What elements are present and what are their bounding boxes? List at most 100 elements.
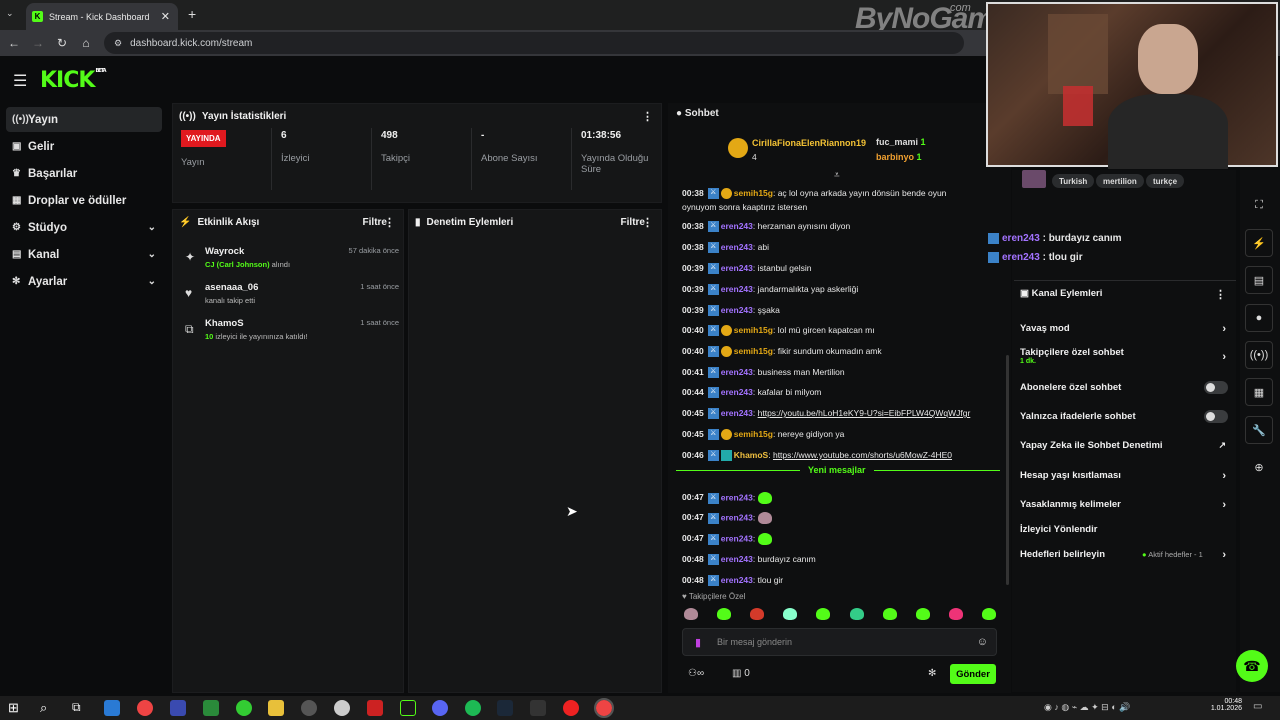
emote-icon[interactable] [750,608,765,620]
emote-icon[interactable] [816,608,831,620]
message-user[interactable]: eren243 [721,242,753,252]
discord-icon[interactable] [432,700,448,716]
emote-icon[interactable] [948,608,963,620]
emote-icon[interactable] [981,608,996,620]
bolt-icon[interactable]: ⚡ [1245,229,1273,257]
chrome-active-icon[interactable] [594,698,614,718]
subscribers-only-toggle[interactable] [1204,381,1228,394]
action-slow-mode[interactable]: Yavaş mod › [1020,323,1232,335]
tag-chip[interactable]: turkçe [1146,174,1185,188]
wrench-icon[interactable]: 🔧 [1245,416,1273,444]
system-tray-icons[interactable]: ◉ ♪ ◍ ⌁ ☁ ✦ ⊟ ◐ 🔊 [1044,702,1130,713]
action-followers-only[interactable]: Takipçilere özel sohbet 1 dk. › [1020,347,1232,365]
message-user[interactable]: eren243 [721,305,753,315]
more-options-icon[interactable]: ⋮ [642,216,653,229]
action-account-age[interactable]: Hesap yaşı kısıtlaması › [1020,470,1232,482]
message-user[interactable]: eren243 [721,263,753,273]
message-user[interactable]: eren243 [721,575,753,585]
sidebar-item-achievements[interactable]: ♛ Başarılar [6,161,162,186]
opera-icon[interactable] [563,700,579,716]
action-banned-words[interactable]: Yasaklanmış kelimeler › [1020,499,1232,511]
message-user[interactable]: eren243 [721,408,753,418]
message-link[interactable]: https://www.youtube.com/shorts/u6MowZ-4H… [773,450,952,460]
action-goals[interactable]: Hedefleri belirleyin ● Aktif hedefler - 1… [1020,549,1232,561]
steam-icon[interactable] [497,700,513,716]
home-icon[interactable]: ⌂ [74,36,98,50]
sidebar-item-stream[interactable]: ((•)) Yayın [6,107,162,132]
app-icon[interactable] [203,700,219,716]
emote-icon[interactable] [915,608,930,620]
clipboard-icon[interactable]: ▤ [1245,266,1273,294]
message-user[interactable]: eren243 [721,367,753,377]
microphone-icon[interactable]: ▮ [695,636,701,649]
start-icon[interactable]: ⊞ [8,700,19,716]
broadcast-icon[interactable]: ((•)) [1245,341,1273,369]
search-icon[interactable]: ⌕ [40,700,47,716]
store-icon[interactable] [104,700,120,716]
more-options-icon[interactable]: ⋮ [384,216,395,229]
url-field[interactable]: ⚙ dashboard.kick.com/stream [104,32,964,54]
chat-scrollbar[interactable] [1006,355,1009,585]
close-tab-icon[interactable]: ✕ [161,10,170,23]
app-icon[interactable] [236,700,252,716]
kick-app-icon[interactable] [400,700,416,716]
sidebar-item-settings[interactable]: ✻ Ayarlar ⌄ [6,269,162,294]
message-user[interactable]: eren243 [721,512,753,522]
sidebar-item-channel[interactable]: ▤ Kanal ⌄ [6,242,162,267]
top-gifter-3[interactable]: barbinyo 1 [876,152,922,162]
tag-chip[interactable]: mertilion [1096,174,1144,188]
emote-icon[interactable] [882,608,897,620]
tag-chip[interactable]: Turkish [1052,174,1095,188]
menu-icon[interactable]: ☰ [13,71,27,91]
netflix-icon[interactable] [367,700,383,716]
points-counter[interactable]: ▥ 0 [732,668,750,679]
top-gifter-name[interactable]: CirillaFionaElenRiannon19 [752,138,866,148]
emote-icon[interactable] [717,608,732,620]
message-user[interactable]: eren243 [721,387,753,397]
message-user[interactable]: semih15g [734,325,773,335]
tab-list-icon[interactable]: ⌄ [6,8,14,19]
kick-logo[interactable]: KICKBETA [40,68,107,93]
forward-icon[interactable]: → [26,36,50,50]
chat-input[interactable]: ▮ Bir mesaj gönderin ☺ [682,628,997,656]
app-icon[interactable] [170,700,186,716]
more-options-icon[interactable]: ⋮ [1215,288,1226,301]
chat-settings-icon[interactable]: ✻ [928,668,936,679]
new-tab-icon[interactable]: + [188,6,196,22]
message-user[interactable]: eren243 [721,533,753,543]
support-icon[interactable]: ☎ [1236,650,1268,682]
spotify-icon[interactable] [465,700,481,716]
top-gifter-2[interactable]: fuc_mami 1 [876,137,926,147]
message-user[interactable]: eren243 [721,284,753,294]
obs-icon[interactable] [301,700,317,716]
more-options-icon[interactable]: ⋮ [642,110,653,123]
clock[interactable]: 00:48 1.01.2026 [1206,698,1242,712]
message-user[interactable]: semih15g [734,188,773,198]
file-explorer-icon[interactable] [268,700,284,716]
browser-tab[interactable]: K Stream - Kick Dashboard ✕ [26,3,178,30]
sidebar-item-revenue[interactable]: ▣ Gelir [6,134,162,159]
pinned-indicator-icon[interactable]: ⩡ [834,170,840,181]
fullscreen-icon[interactable]: ⛶ [1245,191,1273,219]
message-user[interactable]: eren243 [721,492,753,502]
message-user[interactable]: KhamoS [734,450,768,460]
epic-games-icon[interactable] [530,700,546,716]
sidebar-item-studio[interactable]: ⚙ Stüdyo ⌄ [6,215,162,240]
message-user[interactable]: eren243 [721,554,753,564]
site-info-icon[interactable]: ⚙ [114,38,122,49]
emote-icon[interactable] [849,608,864,620]
reload-icon[interactable]: ↻ [50,36,74,50]
emote-icon[interactable] [684,608,698,620]
emote-icon[interactable] [783,608,798,620]
notifications-icon[interactable]: ▭ [1253,701,1262,712]
chat-bubble-icon[interactable]: ● [1245,304,1273,332]
action-ai-moderation[interactable]: Yapay Zeka ile Sohbet Denetimi ↗ [1020,440,1232,451]
send-button[interactable]: Gönder [950,664,996,684]
channel-points-icon[interactable]: ⚇∞ [688,668,704,679]
message-user[interactable]: semih15g [734,346,773,356]
chrome-icon[interactable] [137,700,153,716]
message-user[interactable]: eren243 [721,221,753,231]
grid-icon[interactable]: ▦ [1245,378,1273,406]
message-link[interactable]: https://youtu.be/hLoH1eKY9-U?si=EibFPLW4… [758,408,971,418]
message-user[interactable]: semih15g [734,429,773,439]
